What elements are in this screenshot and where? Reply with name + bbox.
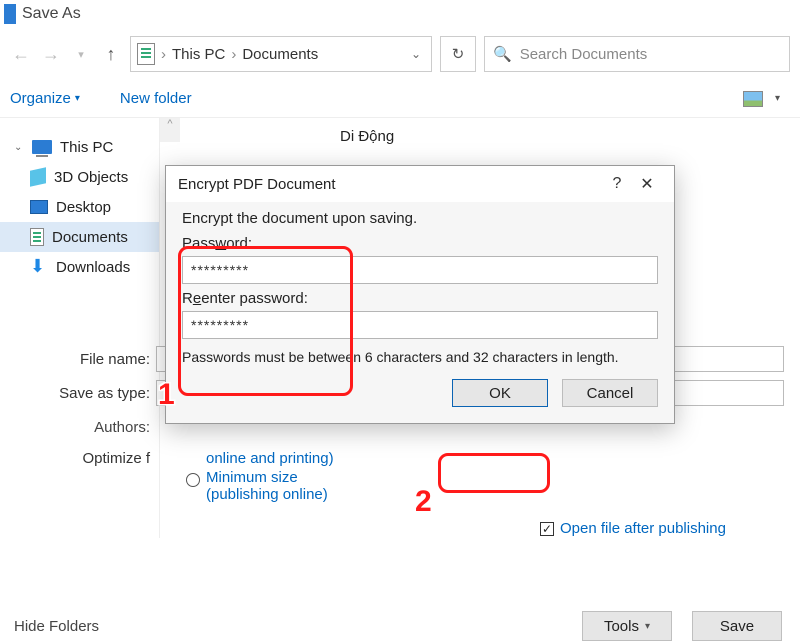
encrypt-dialog: Encrypt PDF Document ? ✕ Encrypt the doc… (165, 165, 675, 424)
list-item[interactable]: Di Động (340, 128, 800, 145)
hide-folders-button[interactable]: Hide Folders (14, 618, 99, 635)
toolbar: Organize▾ New folder ▾ (0, 80, 800, 118)
checkbox-icon: ✓ (540, 522, 554, 536)
downloads-icon: ⬇ (30, 259, 48, 275)
authors-label: Authors: (30, 419, 150, 436)
chevron-right-icon: › (161, 46, 166, 63)
optimize-radio-group: online and printing) Minimum size(publis… (186, 450, 334, 505)
navpane-root[interactable]: ⌄ This PC (0, 132, 159, 162)
optimize-radio-minimum[interactable]: Minimum size(publishing online) (186, 469, 334, 503)
optimize-label: Optimize f (30, 450, 150, 467)
search-icon: 🔍 (493, 45, 512, 63)
organize-button[interactable]: Organize▾ (0, 90, 90, 107)
chevron-right-icon: › (231, 46, 236, 63)
new-folder-button[interactable]: New folder (110, 90, 202, 107)
view-dropdown-icon[interactable]: ▾ (775, 93, 780, 104)
refresh-button[interactable]: ↻ (440, 36, 476, 72)
navpane-item-desktop[interactable]: Desktop (0, 192, 159, 222)
navpane-item-downloads[interactable]: ⬇ Downloads (0, 252, 159, 282)
dialog-help-button[interactable]: ? (602, 175, 632, 193)
view-mode-button[interactable] (737, 87, 769, 111)
view-mode-icon (743, 91, 763, 107)
nav-recent-dropdown[interactable]: ▾ (70, 43, 92, 65)
password-label: Password: (182, 235, 658, 252)
radio-icon (186, 473, 200, 487)
refresh-icon: ↻ (452, 45, 465, 63)
dialog-footer: Hide Folders Tools▾ Save (0, 612, 800, 640)
dialog-title: Encrypt PDF Document (178, 176, 602, 193)
password-note: Passwords must be between 6 characters a… (182, 349, 658, 365)
address-bar[interactable]: › This PC › Documents ⌄ (130, 36, 432, 72)
nav-up-button[interactable]: ↑ (100, 43, 122, 65)
window-title: Save As (22, 5, 81, 23)
chevron-down-icon: ▾ (75, 93, 80, 104)
nav-forward-button[interactable]: → (40, 43, 62, 65)
chevron-down-icon: ▾ (645, 621, 650, 632)
column-scroll-up[interactable]: ^ (160, 118, 180, 142)
navpane-item-documents[interactable]: Documents (0, 222, 159, 252)
3dobjects-icon (30, 167, 46, 186)
address-dropdown-icon[interactable]: ⌄ (411, 47, 425, 61)
optimize-radio-standard[interactable]: online and printing) (206, 450, 334, 467)
breadcrumb-segment[interactable]: This PC (172, 46, 225, 63)
documents-icon (30, 228, 44, 246)
chevron-down-icon: ⌄ (14, 142, 24, 153)
desktop-icon (30, 200, 48, 214)
savetype-label: Save as type: (30, 385, 150, 402)
nav-back-button[interactable]: ← (10, 43, 32, 65)
reenter-password-input[interactable] (182, 311, 658, 339)
save-button[interactable]: Save (692, 611, 782, 641)
pc-icon (32, 140, 52, 154)
address-bar-row: ← → ▾ ↑ › This PC › Documents ⌄ ↻ 🔍 Sear… (0, 28, 800, 80)
ok-button[interactable]: OK (452, 379, 548, 407)
filename-label: File name: (30, 351, 150, 368)
reenter-password-label: Reenter password: (182, 290, 658, 307)
search-input[interactable]: 🔍 Search Documents (484, 36, 790, 72)
password-input[interactable] (182, 256, 658, 284)
app-icon (4, 4, 16, 24)
open-after-publish-checkbox[interactable]: ✓ Open file after publishing (540, 520, 726, 537)
navpane-item-3dobjects[interactable]: 3D Objects (0, 162, 159, 192)
dialog-titlebar: Encrypt PDF Document ? ✕ (166, 166, 674, 202)
tools-button[interactable]: Tools▾ (582, 611, 672, 641)
breadcrumb-segment[interactable]: Documents (242, 46, 318, 63)
dialog-close-button[interactable]: ✕ (632, 174, 662, 194)
dialog-instruction: Encrypt the document upon saving. (182, 210, 658, 227)
search-placeholder: Search Documents (520, 46, 648, 63)
location-icon (137, 43, 155, 65)
cancel-button[interactable]: Cancel (562, 379, 658, 407)
window-titlebar: Save As (0, 0, 800, 28)
